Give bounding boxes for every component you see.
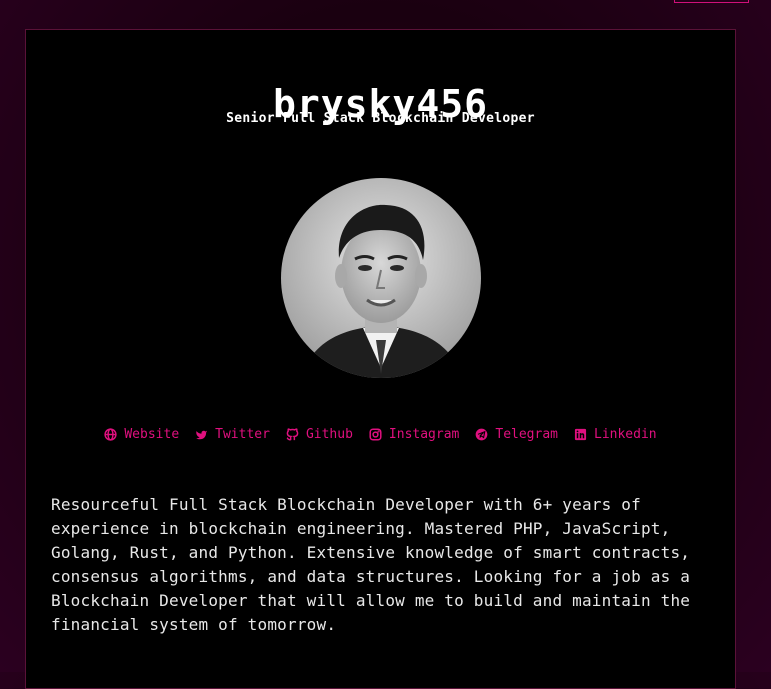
link-instagram-label: Instagram bbox=[388, 427, 460, 442]
social-links: Website Twitter Github Instagram Telegra… bbox=[26, 427, 735, 442]
link-github[interactable]: Github bbox=[286, 427, 353, 442]
profile-bio: Resourceful Full Stack Blockchain Develo… bbox=[51, 495, 691, 634]
link-instagram[interactable]: Instagram bbox=[369, 427, 459, 442]
profile-headline: Senior Full Stack Blockchain Developer bbox=[226, 111, 535, 126]
github-icon bbox=[286, 428, 299, 441]
link-telegram-label: Telegram bbox=[495, 427, 558, 442]
twitter-icon bbox=[196, 430, 208, 440]
profile-card: brysky456 Senior Full Stack Blockchain D… bbox=[25, 29, 736, 689]
link-linkedin-label: Linkedin bbox=[594, 427, 657, 442]
link-twitter-label: Twitter bbox=[215, 427, 270, 442]
avatar-portrait bbox=[281, 178, 481, 378]
linkedin-icon bbox=[574, 428, 587, 441]
link-github-label: Github bbox=[305, 427, 353, 442]
avatar bbox=[281, 178, 481, 378]
link-twitter[interactable]: Twitter bbox=[195, 427, 270, 442]
globe-icon bbox=[104, 428, 117, 441]
instagram-icon bbox=[369, 428, 382, 441]
link-linkedin[interactable]: Linkedin bbox=[574, 427, 657, 442]
link-website-label: Website bbox=[124, 427, 180, 442]
telegram-icon bbox=[476, 428, 488, 441]
link-website[interactable]: Website bbox=[104, 427, 179, 442]
top-nav-button[interactable] bbox=[674, 0, 749, 3]
link-telegram[interactable]: Telegram bbox=[475, 427, 558, 442]
